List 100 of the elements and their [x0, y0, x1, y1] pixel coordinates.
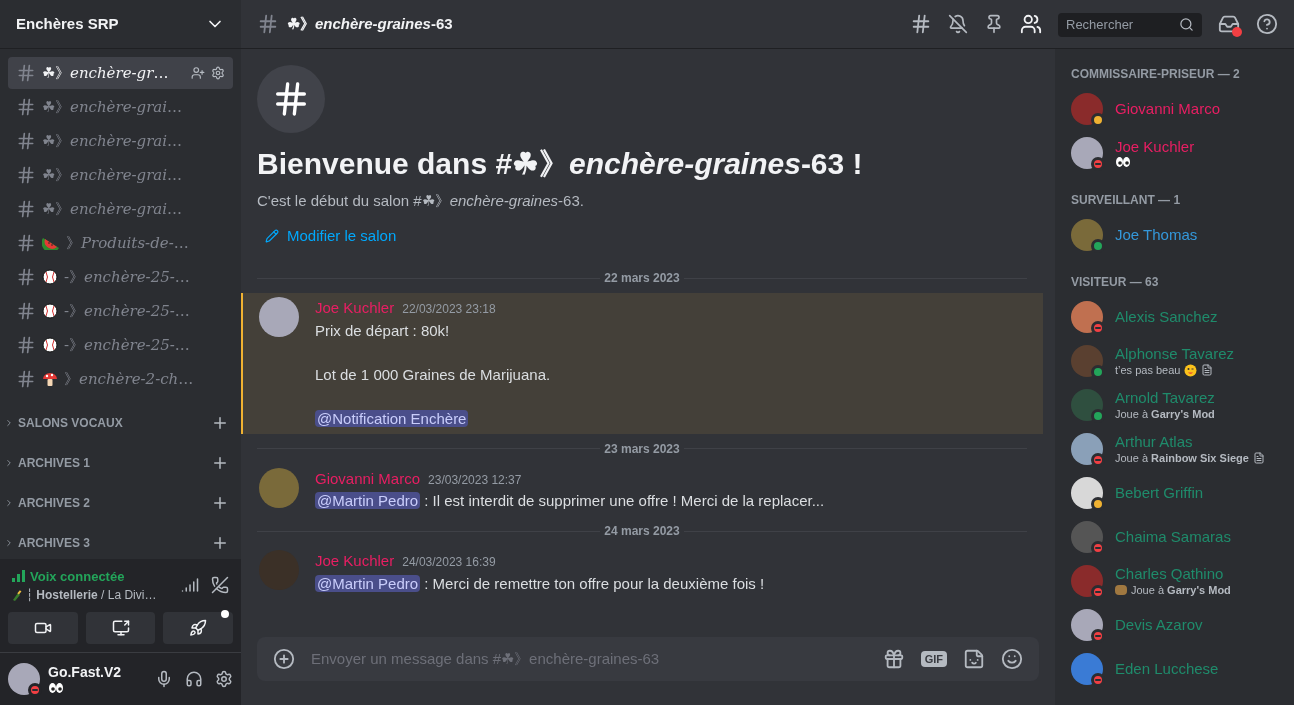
- members-icon[interactable]: [1020, 13, 1042, 35]
- plus-icon[interactable]: [273, 648, 295, 670]
- activity-button[interactable]: [163, 612, 233, 644]
- timestamp: 22/03/2023 23:18: [402, 301, 496, 318]
- bell-off-icon[interactable]: [948, 14, 968, 34]
- member-item[interactable]: Bebert Griffin: [1063, 471, 1286, 515]
- channel-item[interactable]: -》enchère-25-…: [8, 329, 233, 361]
- baseball-icon: [42, 303, 58, 319]
- channel-name: ☘》enchère-grai…: [42, 96, 184, 118]
- channel-name: ☘》enchère-grai…: [42, 164, 184, 186]
- channel-name: ☘》enchère-grai…: [42, 198, 184, 220]
- channel-item[interactable]: ☘》enchère-grai…: [8, 91, 233, 123]
- channel-item[interactable]: ☘》enchère-grai…: [8, 159, 233, 191]
- member-group-title: COMMISSAIRE-PRISEUR — 2: [1070, 66, 1241, 83]
- channel-item[interactable]: -》enchère-25-…: [8, 295, 233, 327]
- category-header[interactable]: ARCHIVES 2: [4, 494, 91, 512]
- search-field[interactable]: Rechercher: [1058, 12, 1202, 37]
- add-channel-icon[interactable]: [211, 494, 229, 512]
- camera-button[interactable]: [8, 612, 78, 644]
- member-item[interactable]: Alexis Sanchez: [1063, 295, 1286, 339]
- channel-title: ☘》enchère-graines-63: [287, 13, 453, 34]
- channel-name: ☘》enchère-grai…: [42, 130, 184, 152]
- date-divider: 22 mars 2023: [603, 270, 681, 287]
- help-icon[interactable]: [1256, 13, 1278, 35]
- channel-item[interactable]: 》enchère-2-ch…: [8, 363, 233, 395]
- channel-name: -》enchère-25-…: [64, 266, 191, 288]
- username: Go.Fast.V2: [48, 664, 123, 682]
- member-activity: Joue à Rainbow Six Siege: [1115, 451, 1249, 466]
- baseball-icon: [42, 337, 58, 353]
- member-item[interactable]: Arnold Tavarez Joue à Garry's Mod: [1063, 383, 1286, 427]
- member-name: Arthur Atlas: [1115, 432, 1194, 452]
- settings-icon[interactable]: [215, 670, 233, 688]
- member-item[interactable]: Alphonse Tavarez t’es pas beau: [1063, 339, 1286, 383]
- screen-share-button[interactable]: [85, 612, 156, 644]
- member-item[interactable]: Chaima Samaras: [1063, 515, 1286, 559]
- author-name[interactable]: Joe Kuchler: [315, 550, 395, 573]
- channel-item[interactable]: ☘》enchère-grai…: [8, 193, 233, 225]
- baseball-icon: [42, 269, 58, 285]
- disconnect-icon[interactable]: [211, 576, 229, 595]
- chevron-right-icon: [4, 538, 14, 548]
- mention[interactable]: @Martin Pedro: [315, 492, 421, 509]
- member-item[interactable]: Joe Thomas: [1063, 213, 1286, 257]
- bottle-icon: [12, 589, 22, 601]
- mention[interactable]: @Martin Pedro: [315, 574, 421, 592]
- member-item[interactable]: Eden Lucchese: [1063, 647, 1286, 691]
- message-text: : Il est interdit de supprimer une offre ! Merci de la replacer...: [423, 492, 825, 509]
- category-header[interactable]: ARCHIVES 1: [4, 454, 91, 472]
- member-name: Eden Lucchese: [1115, 659, 1219, 679]
- hash-icon: [16, 335, 36, 355]
- voice-channel[interactable]: ┆ Hostellerie / La Divi…: [26, 586, 157, 604]
- member-name: Alphonse Tavarez: [1115, 344, 1234, 364]
- inbox-icon[interactable]: [1218, 13, 1240, 35]
- watermelon-icon: [42, 236, 60, 250]
- member-avatar: [1071, 565, 1103, 597]
- headphones-icon[interactable]: [185, 670, 203, 688]
- member-item[interactable]: Arthur Atlas Joue à Rainbow Six Siege: [1063, 427, 1286, 471]
- settings-icon[interactable]: [211, 66, 225, 80]
- member-item[interactable]: Giovanni Marco: [1063, 87, 1286, 131]
- emoji-icon[interactable]: [1001, 648, 1023, 670]
- message-text: Lot de 1 000 Graines de Marijuana.: [315, 365, 551, 383]
- microphone-icon[interactable]: [155, 670, 173, 688]
- add-channel-icon[interactable]: [211, 534, 229, 552]
- channel-name: ☘》enchère-gr…: [42, 62, 170, 84]
- member-item[interactable]: Charles Qathino Joue à Garry's Mod: [1063, 559, 1286, 603]
- gif-button[interactable]: GIF: [920, 650, 947, 668]
- channel-item[interactable]: ☘》enchère-grai…: [8, 125, 233, 157]
- member-item[interactable]: Joe Kuchler: [1063, 131, 1286, 175]
- member-item[interactable]: Devis Azarov: [1063, 603, 1286, 647]
- mushroom-icon: [42, 371, 58, 387]
- welcome-subtitle: C'est le début du salon #☘》enchère-graines-63.: [257, 191, 585, 211]
- channel-item[interactable]: 》Produits-de-…: [8, 227, 233, 259]
- hash-icon: [16, 369, 36, 389]
- hash-icon: [16, 301, 36, 321]
- channel-name: -》enchère-25-…: [64, 300, 191, 322]
- edit-channel-link[interactable]: Modifier le salon: [265, 224, 397, 247]
- invite-icon[interactable]: [191, 66, 205, 80]
- message-text: : Merci de remettre ton offre pour la deuxième fois !: [423, 574, 765, 592]
- hash-icon: [16, 63, 36, 83]
- category-header[interactable]: ARCHIVES 3: [4, 534, 91, 552]
- pin-icon[interactable]: [984, 14, 1004, 34]
- member-activity: Joue à Garry's Mod: [1115, 407, 1215, 422]
- add-channel-icon[interactable]: [211, 414, 229, 432]
- hash-icon: [16, 131, 36, 151]
- signal-icon: [12, 570, 26, 583]
- channel-item[interactable]: ☘》enchère-gr…: [8, 57, 233, 89]
- sticker-icon[interactable]: [963, 648, 985, 670]
- category-header[interactable]: SALONS VOCAUX: [4, 414, 123, 432]
- message-text: Prix de départ : 80k!: [315, 321, 450, 339]
- author-name[interactable]: Giovanni Marco: [315, 467, 421, 490]
- member-name: Giovanni Marco: [1115, 99, 1221, 119]
- mention[interactable]: @Notification Enchère: [315, 409, 469, 427]
- author-name[interactable]: Joe Kuchler: [315, 297, 395, 320]
- threads-icon[interactable]: [910, 13, 932, 35]
- welcome-title: Bienvenue dans #☘》enchère-graines-63 !: [257, 146, 864, 182]
- add-channel-icon[interactable]: [211, 454, 229, 472]
- channel-item[interactable]: -》enchère-25-…: [8, 261, 233, 293]
- gift-icon[interactable]: [882, 648, 905, 670]
- hash-icon: [16, 199, 36, 219]
- member-activity: t’es pas beau: [1115, 363, 1181, 378]
- channel-name: 》enchère-2-ch…: [64, 368, 195, 390]
